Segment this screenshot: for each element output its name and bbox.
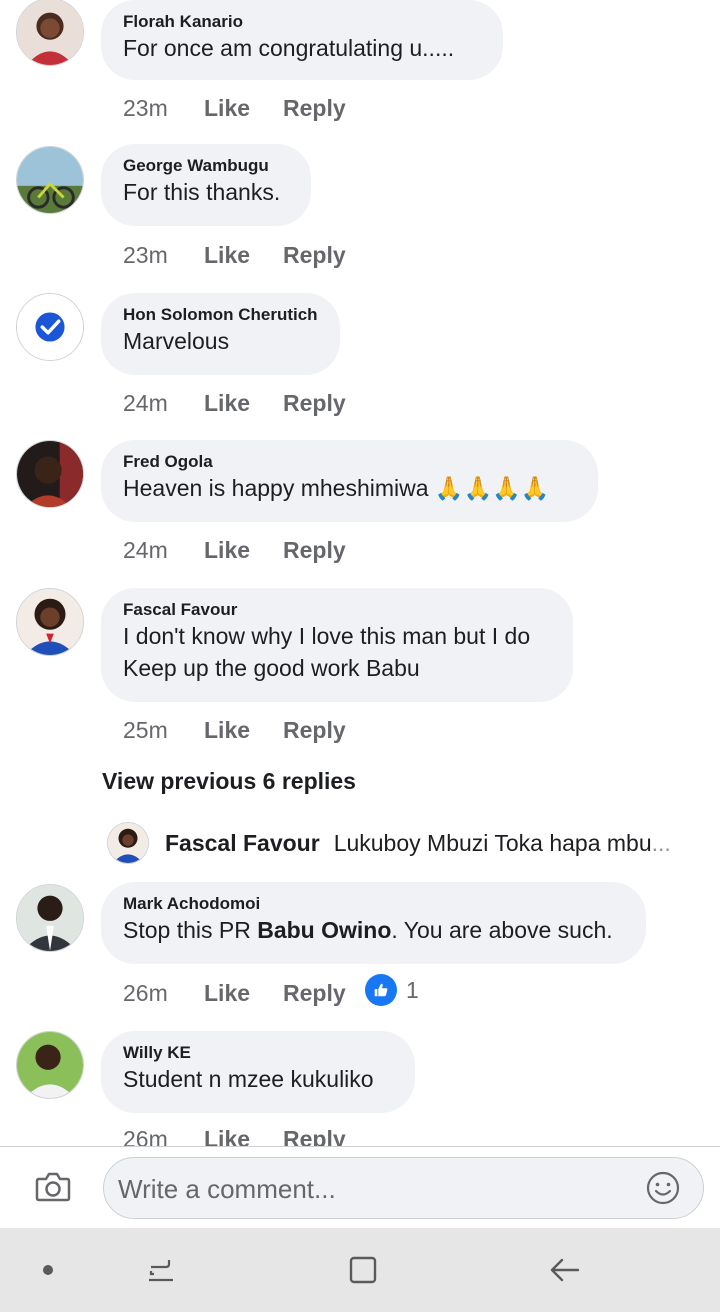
mention-tag[interactable]: Babu Owino xyxy=(257,917,391,943)
smiley-icon[interactable] xyxy=(645,1170,681,1206)
comment-bubble[interactable]: Mark Achodomoi Stop this PR Babu Owino. … xyxy=(101,882,646,964)
comment-bubble[interactable]: Hon Solomon Cherutich Marvelous xyxy=(101,293,340,375)
reply-button[interactable]: Reply xyxy=(283,390,346,417)
comment-author[interactable]: Florah Kanario xyxy=(123,12,481,32)
comment-time: 24m xyxy=(123,536,168,563)
reply-button[interactable]: Reply xyxy=(283,717,346,744)
dot-icon[interactable] xyxy=(31,1253,65,1287)
avatar[interactable] xyxy=(16,588,84,656)
comment-text-line: I don't know why I love this man but I d… xyxy=(123,623,531,649)
comment-input[interactable] xyxy=(116,1158,640,1220)
comment-text: Marvelous xyxy=(123,328,230,354)
camera-icon[interactable] xyxy=(33,1167,73,1207)
comment-actions: 25m Like Reply xyxy=(123,715,346,745)
comment-composer xyxy=(0,1146,720,1229)
avatar xyxy=(107,822,149,864)
comment-text: For once am congratulating u..... xyxy=(123,35,455,61)
comment-text-part: Stop this PR xyxy=(123,917,258,943)
comment-text: Student n mzee kukuliko xyxy=(123,1066,374,1092)
avatar[interactable] xyxy=(16,146,84,214)
thumbs-up-icon xyxy=(365,974,397,1006)
comment-text-line: Keep up the good work Babu xyxy=(123,655,420,681)
comment-actions: 23m Like Reply xyxy=(123,93,346,123)
reply-preview-text: Lukuboy Mbuzi Toka hapa mbu xyxy=(333,829,652,856)
comment-bubble[interactable]: George Wambugu For this thanks. xyxy=(101,144,311,226)
comment-actions: 26m Like Reply xyxy=(123,1124,346,1147)
comment-actions: 26m Like Reply xyxy=(123,978,346,1008)
comment-author[interactable]: Fascal Favour xyxy=(123,600,551,620)
comment-time: 23m xyxy=(123,241,168,268)
reply-preview-author: Fascal Favour xyxy=(165,829,320,856)
reaction-count: 1 xyxy=(406,976,419,1003)
avatar[interactable] xyxy=(16,293,84,361)
like-button[interactable]: Like xyxy=(204,717,283,744)
home-icon[interactable] xyxy=(346,1253,380,1287)
verified-check-icon xyxy=(17,294,83,360)
reply-button[interactable]: Reply xyxy=(283,537,346,564)
comment-actions: 24m Like Reply xyxy=(123,388,346,418)
like-button[interactable]: Like xyxy=(204,95,283,122)
avatar[interactable] xyxy=(16,0,84,66)
like-button[interactable]: Like xyxy=(204,1126,283,1147)
comment-author[interactable]: Mark Achodomoi xyxy=(123,894,624,914)
comment-author[interactable]: Hon Solomon Cherutich xyxy=(123,305,318,325)
recent-apps-icon[interactable] xyxy=(145,1253,179,1287)
avatar[interactable] xyxy=(16,1031,84,1099)
comment-bubble[interactable]: Fred Ogola Heaven is happy mheshimiwa 🙏🙏… xyxy=(101,440,598,522)
comment-author[interactable]: George Wambugu xyxy=(123,156,289,176)
comment-time: 26m xyxy=(123,1125,168,1147)
avatar[interactable] xyxy=(16,440,84,508)
comment-time: 25m xyxy=(123,716,168,743)
like-button[interactable]: Like xyxy=(204,980,283,1007)
comments-feed[interactable]: Florah Kanario For once am congratulatin… xyxy=(0,0,720,1146)
comment-text-part: . You are above such. xyxy=(391,917,613,943)
comment-author[interactable]: Willy KE xyxy=(123,1043,393,1063)
reply-button[interactable]: Reply xyxy=(283,242,346,269)
comment-input-box[interactable] xyxy=(103,1157,704,1220)
reply-button[interactable]: Reply xyxy=(283,1126,346,1147)
comment-actions: 23m Like Reply xyxy=(123,240,346,270)
comment-bubble[interactable]: Fascal Favour I don't know why I love th… xyxy=(101,588,573,702)
comment-bubble[interactable]: Florah Kanario For once am congratulatin… xyxy=(101,0,503,80)
reply-button[interactable]: Reply xyxy=(283,95,346,122)
reply-preview-ellipsis: ... xyxy=(651,829,671,856)
reply-button[interactable]: Reply xyxy=(283,980,346,1007)
like-button[interactable]: Like xyxy=(204,390,283,417)
view-previous-replies-link[interactable]: View previous 6 replies xyxy=(102,768,356,795)
avatar[interactable] xyxy=(16,884,84,952)
comment-text: For this thanks. xyxy=(123,179,281,205)
comment-time: 24m xyxy=(123,389,168,416)
comment-author[interactable]: Fred Ogola xyxy=(123,452,576,472)
back-icon[interactable] xyxy=(548,1253,582,1287)
comment-time: 23m xyxy=(123,94,168,121)
comment-time: 26m xyxy=(123,979,168,1006)
comment-text: Heaven is happy mheshimiwa 🙏🙏🙏🙏 xyxy=(123,475,550,501)
like-button[interactable]: Like xyxy=(204,242,283,269)
comment-bubble[interactable]: Willy KE Student n mzee kukuliko xyxy=(101,1031,415,1113)
reaction-summary[interactable]: 1 xyxy=(365,974,419,1006)
like-button[interactable]: Like xyxy=(204,537,283,564)
system-navigation-bar xyxy=(0,1228,720,1312)
comment-text: Stop this PR Babu Owino. You are above s… xyxy=(123,914,624,946)
reply-preview[interactable]: Fascal Favour Lukuboy Mbuzi Toka hapa mb… xyxy=(107,821,707,865)
comment-actions: 24m Like Reply xyxy=(123,535,346,565)
